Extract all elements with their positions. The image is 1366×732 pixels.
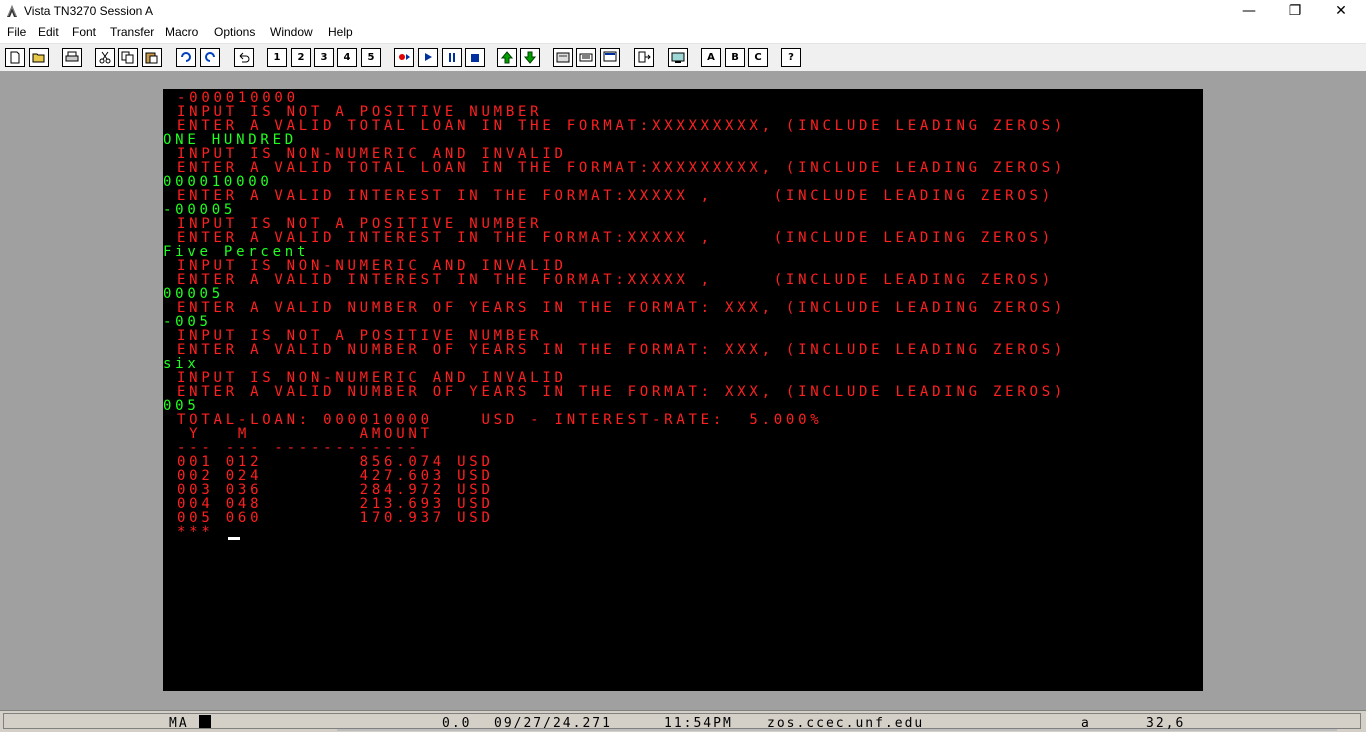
- toolbar: 1 2 3 4 5 A B C ?: [0, 43, 1366, 72]
- app-logo-icon: [4, 3, 20, 19]
- terminal-line: -00005: [163, 202, 237, 218]
- macro-play-1-button[interactable]: 1: [267, 48, 287, 67]
- close-button[interactable]: ✕: [1318, 0, 1364, 22]
- status-lock-indicator: [199, 715, 211, 728]
- reconnect-icon[interactable]: [200, 48, 220, 67]
- status-panel: MA 0.0 09/27/24.271 11:54PM zos.ccec.unf…: [3, 713, 1361, 731]
- menu-bar: File Edit Font Transfer Macro Options Wi…: [0, 22, 1366, 42]
- terminal-frame: -000010000 INPUT IS NOT A POSITIVE NUMBER…: [0, 71, 1366, 710]
- terminal-cursor: [228, 537, 240, 540]
- transfer-icon[interactable]: [634, 48, 654, 67]
- terminal-line: ENTER A VALID INTEREST IN THE FORMAT:XXX…: [177, 230, 1054, 246]
- status-mode: MA: [169, 716, 189, 731]
- macro-play-3-button[interactable]: 3: [314, 48, 334, 67]
- menu-help[interactable]: Help: [328, 25, 353, 39]
- terminal-line: ENTER A VALID INTEREST IN THE FORMAT:XXX…: [177, 272, 1054, 288]
- terminal-line: 001 012 856.074 USD: [177, 454, 494, 470]
- macro-c-button[interactable]: C: [748, 48, 768, 67]
- terminal-line: 002 024 427.603 USD: [177, 468, 494, 484]
- arrow-up-icon[interactable]: [497, 48, 517, 67]
- cut-icon[interactable]: [95, 48, 115, 67]
- terminal-screen[interactable]: -000010000 INPUT IS NOT A POSITIVE NUMBER…: [163, 89, 1203, 691]
- terminal-line: ENTER A VALID TOTAL LOAN IN THE FORMAT:X…: [177, 118, 1067, 134]
- paste-icon[interactable]: [142, 48, 162, 67]
- print-icon[interactable]: [62, 48, 82, 67]
- macro-play-5-button[interactable]: 5: [361, 48, 381, 67]
- terminal-line: ONE HUNDRED: [163, 132, 297, 148]
- terminal-line: six: [163, 356, 200, 372]
- undo-icon[interactable]: [234, 48, 254, 67]
- title-bar: Vista TN3270 Session A — ❐ ✕: [0, 0, 1366, 22]
- help-button[interactable]: ?: [781, 48, 801, 67]
- new-icon[interactable]: [5, 48, 25, 67]
- terminal-line: INPUT IS NOT A POSITIVE NUMBER: [177, 328, 543, 344]
- keyboard-icon[interactable]: [576, 48, 596, 67]
- window-title: Vista TN3270 Session A: [24, 4, 153, 18]
- terminal-line: INPUT IS NON-NUMERIC AND INVALID: [177, 370, 567, 386]
- terminal-line: TOTAL-LOAN: 000010000 USD - INTEREST-RAT…: [177, 412, 823, 428]
- menu-macro[interactable]: Macro: [165, 25, 198, 39]
- refresh-icon[interactable]: [176, 48, 196, 67]
- terminal-line: ENTER A VALID NUMBER OF YEARS IN THE FOR…: [177, 342, 1067, 358]
- copy-icon[interactable]: [118, 48, 138, 67]
- macro-a-button[interactable]: A: [701, 48, 721, 67]
- terminal-line: -005: [163, 314, 212, 330]
- menu-transfer[interactable]: Transfer: [110, 25, 154, 39]
- macro-play-4-button[interactable]: 4: [337, 48, 357, 67]
- terminal-line: 004 048 213.693 USD: [177, 496, 494, 512]
- terminal-line: 00005: [163, 286, 224, 302]
- menu-file[interactable]: File: [7, 25, 26, 39]
- terminal-line: INPUT IS NOT A POSITIVE NUMBER: [177, 216, 543, 232]
- terminal-line: ***: [177, 524, 214, 540]
- terminal-line: -000010000: [177, 90, 299, 106]
- terminal-line: INPUT IS NOT A POSITIVE NUMBER: [177, 104, 543, 120]
- macro-b-button[interactable]: B: [725, 48, 745, 67]
- macro-play-2-button[interactable]: 2: [291, 48, 311, 67]
- terminal-line: INPUT IS NON-NUMERIC AND INVALID: [177, 146, 567, 162]
- terminal-line: INPUT IS NON-NUMERIC AND INVALID: [177, 258, 567, 274]
- terminal-line: ENTER A VALID NUMBER OF YEARS IN THE FOR…: [177, 300, 1067, 316]
- arrow-down-icon[interactable]: [520, 48, 540, 67]
- record-icon[interactable]: [394, 48, 414, 67]
- stop-icon[interactable]: [465, 48, 485, 67]
- session-icon[interactable]: [668, 48, 688, 67]
- menu-font[interactable]: Font: [72, 25, 96, 39]
- terminal-line: 005: [163, 398, 200, 414]
- terminal-line: Y M AMOUNT: [177, 426, 433, 442]
- terminal-line: --- --- ------------: [177, 440, 421, 456]
- menu-window[interactable]: Window: [270, 25, 313, 39]
- menu-options[interactable]: Options: [214, 25, 255, 39]
- terminal-line: 003 036 284.972 USD: [177, 482, 494, 498]
- play-icon[interactable]: [418, 48, 438, 67]
- pause-icon[interactable]: [442, 48, 462, 67]
- open-folder-icon[interactable]: [29, 48, 49, 67]
- terminal-line: ENTER A VALID TOTAL LOAN IN THE FORMAT:X…: [177, 160, 1067, 176]
- terminal-line: 005 060 170.937 USD: [177, 510, 494, 526]
- maximize-button[interactable]: ❐: [1272, 0, 1318, 22]
- display-settings-icon[interactable]: [600, 48, 620, 67]
- terminal-line: Five Percent: [163, 244, 310, 260]
- minimize-button[interactable]: —: [1226, 0, 1272, 22]
- settings-icon[interactable]: [553, 48, 573, 67]
- terminal-line: 000010000: [163, 174, 273, 190]
- status-bar: MA 0.0 09/27/24.271 11:54PM zos.ccec.unf…: [0, 710, 1366, 732]
- terminal-line: ENTER A VALID NUMBER OF YEARS IN THE FOR…: [177, 384, 1067, 400]
- menu-edit[interactable]: Edit: [38, 25, 59, 39]
- terminal-line: ENTER A VALID INTEREST IN THE FORMAT:XXX…: [177, 188, 1054, 204]
